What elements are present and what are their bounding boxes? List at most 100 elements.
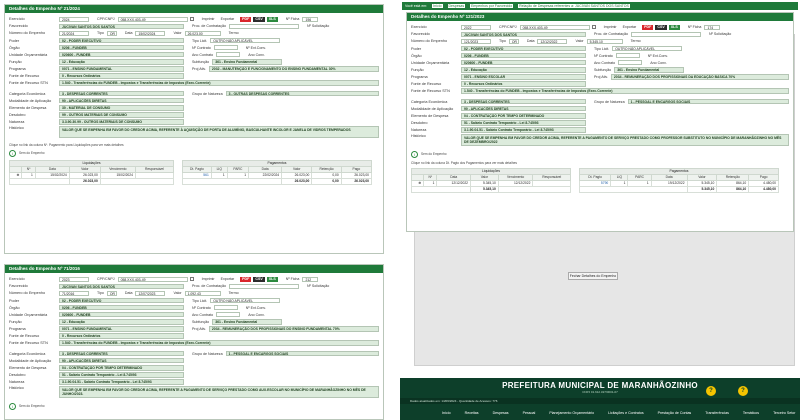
label-categoria: Categoria Econômica — [9, 351, 46, 356]
pag-total: 26.023,00 — [281, 177, 313, 185]
export-csv-button[interactable]: CSV — [253, 16, 265, 22]
label-n-ext-conv: Nº Ext.Conv. — [647, 53, 668, 58]
cpf-field: 058.XXX.403-49 — [519, 24, 590, 30]
nav-item-pessoal[interactable]: Pessoal — [523, 411, 536, 415]
historico-field: VALOR QUE SE EMPENHA EM FAVOR DO CREDOR … — [59, 125, 379, 138]
label-modalidade: Modalidade de Aplicação — [9, 98, 52, 103]
ficha-field: 174 — [704, 24, 721, 30]
liquidacoes-table: Liquidações Nº Data Valor Vencimento Res… — [410, 167, 572, 193]
ano-contrato-field — [216, 51, 241, 58]
label-n-contrato: Nº Contrato — [192, 45, 211, 50]
breadcrumb-label: Você está em: — [405, 4, 428, 8]
valor-field: 26.023,00 — [184, 30, 221, 37]
label-modalidade: Modalidade de Aplicação — [411, 106, 454, 111]
label-elemento: Elemento de Despesa — [9, 105, 47, 110]
breadcrumb-despesas[interactable]: Despesas — [447, 4, 466, 8]
label-categoria: Categoria Econômica — [411, 99, 448, 104]
exercicio-field: 2024 — [59, 16, 89, 22]
nav-item-prestacao[interactable]: Prestação de Contas — [658, 411, 692, 415]
label-tipo: Tipo — [97, 31, 104, 36]
breadcrumb-home[interactable]: Início — [432, 4, 443, 8]
liq-total: 26.023,00 — [68, 177, 101, 185]
export-csv-button[interactable]: CSV — [253, 276, 265, 282]
tipo-field: OR — [106, 290, 117, 297]
export-pdf-button[interactable]: PDF — [240, 16, 252, 22]
print-checkbox[interactable] — [189, 17, 194, 22]
label-data: Data — [526, 39, 535, 44]
liq-total-spacer2 — [99, 177, 175, 185]
info-circle-icon[interactable]: i — [9, 149, 16, 157]
help-icon[interactable]: ? — [706, 386, 716, 396]
nav-item-terceiro-setor[interactable]: Terceiro Setor — [773, 411, 795, 415]
export-xls-button[interactable]: XLS — [266, 276, 278, 282]
unidade-field: 020600 - FUNDEB — [59, 311, 184, 318]
breadcrumb-empenhos[interactable]: Empenhos por Favorecido — [470, 4, 514, 8]
elemento-field: 30 - MATERIAL DE CONSUMO — [59, 105, 184, 111]
label-elemento: Elemento de Despesa — [411, 113, 449, 118]
fonte-field: 0 - Recursos Ordinários — [461, 81, 586, 87]
data-field: 12/12/2022 — [537, 38, 568, 45]
label-programa: Programa — [9, 326, 26, 331]
nav-item-licitacoes[interactable]: Licitações e Contratos — [608, 411, 644, 415]
stn-field: 1.540 - Transferências do FUNDEB - Impos… — [59, 80, 379, 86]
label-historico: Histórico — [9, 125, 24, 130]
print-checkbox[interactable] — [591, 25, 596, 30]
liquidacoes-note: Clique no link da coluna Dt. Pagto dos P… — [411, 161, 789, 165]
desdobro-field: 99 - OUTROS MATERIAIS DE CONSUMO — [59, 112, 184, 118]
tipo-licit-field: OUTRO NÃO APLICÁVEL — [210, 37, 281, 44]
label-data: Data — [124, 31, 133, 36]
label-desdobro: Desdobro — [9, 112, 26, 117]
sem-empenho-row: i Sem do Empenho — [9, 149, 379, 157]
data-field: 15/02/2024 — [135, 30, 166, 37]
export-pdf-button[interactable]: PDF — [240, 276, 252, 282]
poder-field: 02 - PODER EXECUTIVO — [59, 297, 184, 304]
liq-total-spacer — [410, 185, 472, 193]
export-csv-button[interactable]: CSV — [655, 24, 667, 30]
pag-total: 0,00 — [311, 177, 342, 185]
label-n-ext-conv: Nº Ext.Conv. — [245, 305, 266, 310]
nav-item-tematicos[interactable]: Temáticos — [743, 411, 759, 415]
ano-contrato-field — [216, 311, 241, 318]
exercicio-field: 2022 — [461, 24, 491, 30]
proc-field — [228, 23, 299, 30]
info-circle-icon[interactable]: i — [411, 150, 418, 158]
nav-item-transferencias[interactable]: Transferências — [705, 411, 729, 415]
label-unidade: Unidade Orçamentária — [411, 60, 450, 65]
label-funcao: Função — [9, 319, 22, 324]
nav-item-despesas[interactable]: Despesas — [493, 411, 509, 415]
nav-item-receitas[interactable]: Receitas — [465, 411, 479, 415]
nav-item-inicio[interactable]: Início — [442, 411, 451, 415]
programa-field: 0071 - ENSINO FUNDAMENTAL — [59, 66, 184, 72]
natureza-field: 3.1.90.04.51 - Salário Contrato Temporár… — [59, 379, 184, 385]
tipo-field: OR — [508, 38, 519, 45]
proc-field — [630, 31, 701, 38]
export-pdf-button[interactable]: PDF — [642, 24, 654, 30]
desdobro-field: 51 - Salário Contrato Temporário - Lei 8… — [59, 372, 184, 378]
proc-field — [228, 283, 299, 290]
pag-total-spacer — [181, 177, 283, 185]
label-exportar: Exportar — [622, 25, 637, 30]
unidade-field: 020600 - FUNDEB — [461, 59, 586, 66]
label-valor: Valor — [173, 291, 182, 296]
label-cpf: CPF/CNPJ — [499, 25, 517, 30]
label-numero: Número do Empenho — [411, 39, 448, 44]
info-circle-icon[interactable]: i — [9, 402, 16, 410]
label-tipo-licit: Tipo Licit. — [192, 298, 208, 303]
portal-header: PREFEITURA MUNICIPAL DE MARANHÃOZINHO CN… — [400, 378, 800, 420]
numero-field: 121/2023 — [461, 38, 491, 45]
print-checkbox[interactable] — [189, 277, 194, 282]
export-xls-button[interactable]: XLS — [668, 24, 680, 30]
tipo-licit-field: OUTRO NÃO APLICÁVEL — [612, 45, 683, 52]
fonte-field: 0 - Recursos Ordinários — [59, 333, 184, 339]
sem-empenho-row: i Sem do Empenho — [411, 150, 789, 158]
label-exportar: Exportar — [220, 277, 235, 282]
export-xls-button[interactable]: XLS — [266, 16, 278, 22]
liq-total: 5.345,10 — [470, 185, 499, 193]
label-exportar: Exportar — [220, 17, 235, 22]
label-desdobro: Desdobro — [9, 372, 26, 377]
label-n-ext-conv: Nº Ext.Conv. — [245, 45, 266, 50]
label-tipo: Tipo — [499, 39, 506, 44]
help-icon[interactable]: ? — [738, 386, 748, 396]
close-details-button[interactable]: Fechar Detalhes do Empenho — [568, 272, 618, 280]
nav-item-planejamento[interactable]: Planejamento Orçamentário — [549, 411, 594, 415]
